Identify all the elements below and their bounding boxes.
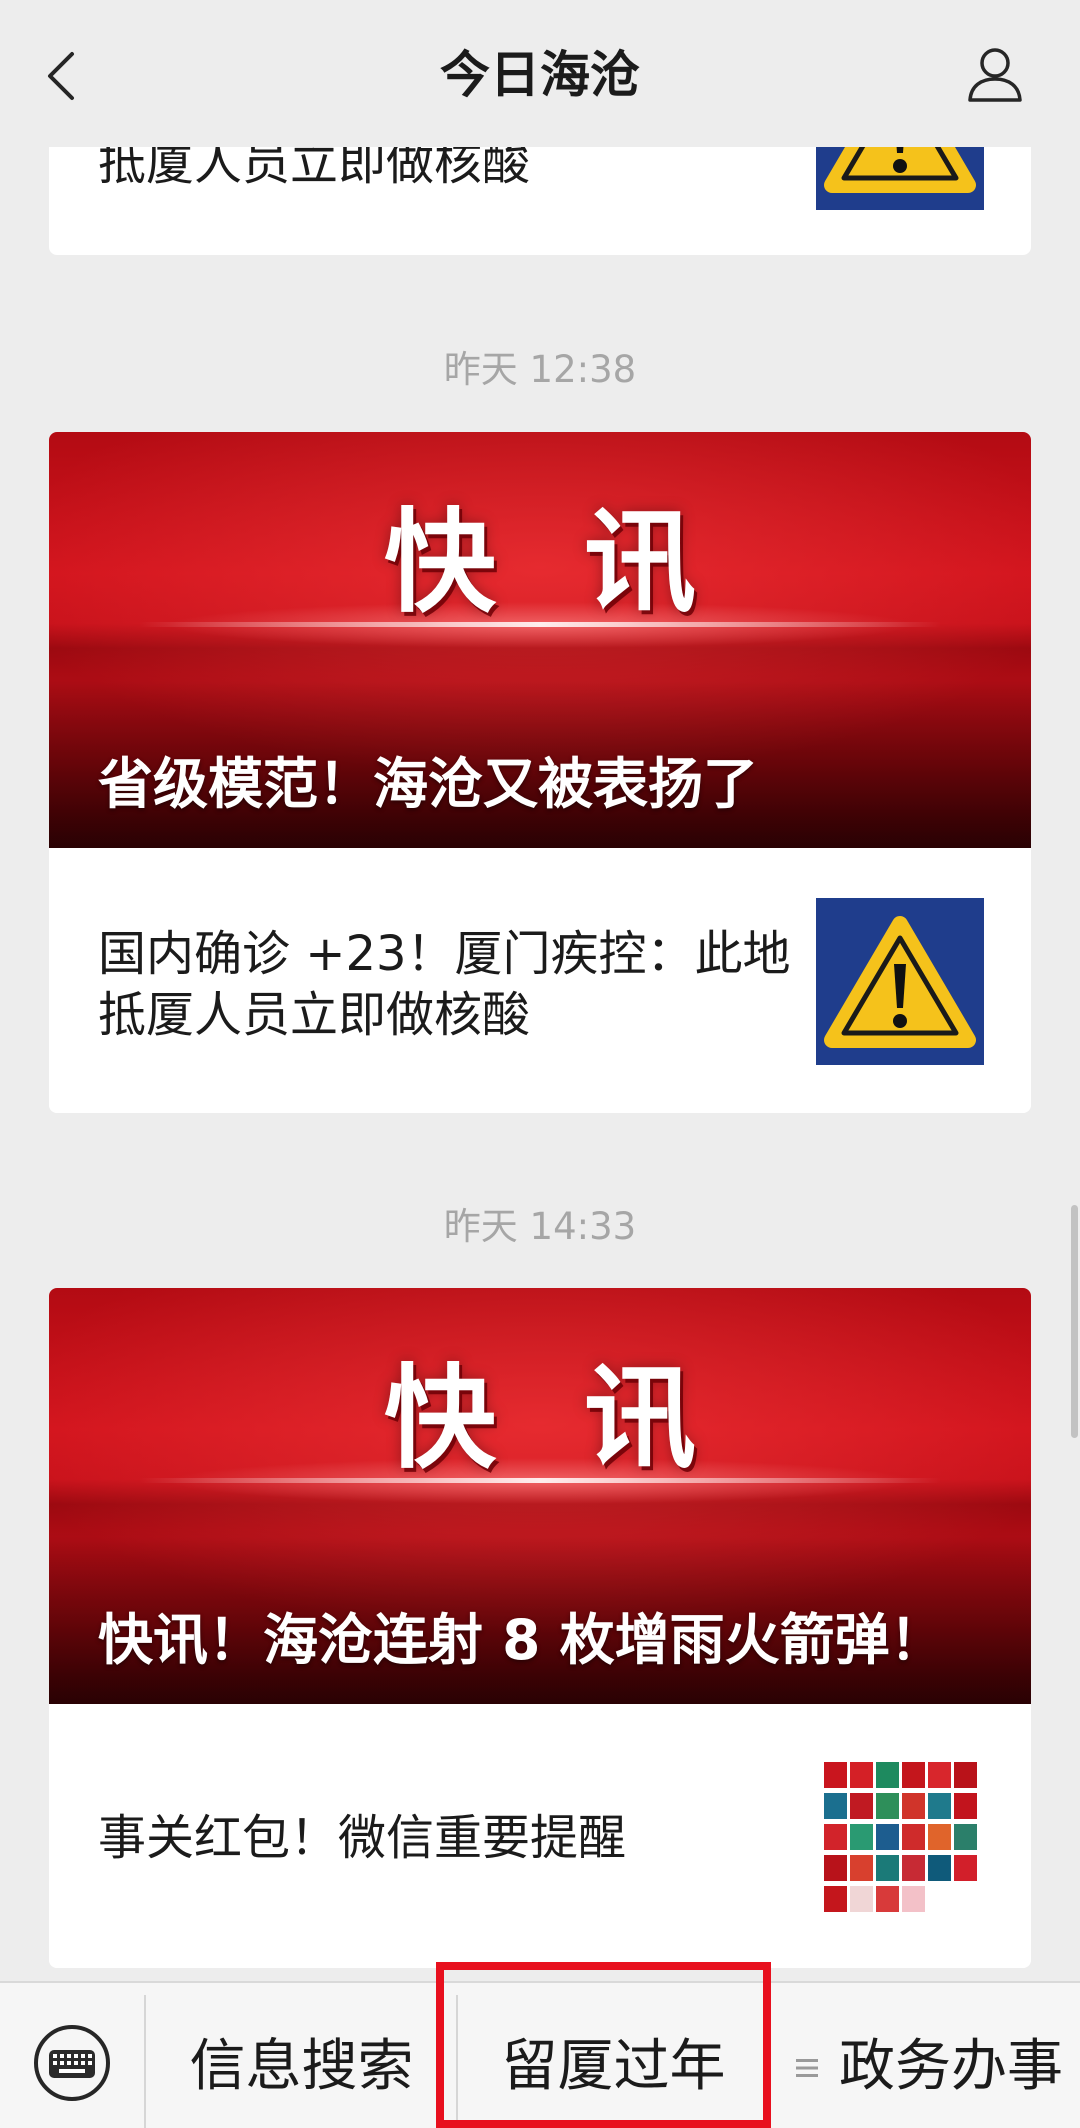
envelope-cell — [824, 1793, 847, 1819]
envelope-cell — [850, 1762, 873, 1788]
profile-button[interactable] — [960, 42, 1030, 108]
keyboard-toggle-button[interactable] — [32, 2023, 112, 2103]
message-card: 快讯 快讯！海沧连射 8 枚增雨火箭弹！ 事关红包！微信重要提醒 — [49, 1288, 1031, 1968]
page-title: 今日海沧 — [440, 46, 640, 104]
highlight-box — [436, 1962, 771, 2128]
banner-badge: 快讯 — [384, 498, 784, 628]
article-title-line-1: 事关红包！微信重要提醒 — [98, 1810, 627, 1866]
headline-title: 省级模范！海沧又被表扬了 — [98, 752, 759, 816]
envelope-cell — [902, 1793, 925, 1819]
message-card: 快讯 省级模范！海沧又被表扬了 国内确诊 +23！厦门疾控：此地 抵厦人员立即做… — [49, 432, 1031, 1113]
envelope-cell — [928, 1762, 951, 1788]
envelope-cell — [928, 1824, 951, 1850]
envelope-cell — [902, 1762, 925, 1788]
chevron-left-icon — [48, 52, 74, 100]
back-button[interactable] — [38, 44, 86, 108]
envelope-cell — [954, 1824, 977, 1850]
menu-item-government-services[interactable]: 政务办事 — [834, 2027, 1070, 2107]
menu-lines-icon — [796, 2059, 818, 2077]
envelope-cell — [824, 1855, 847, 1881]
message-timestamp: 昨天 12:38 — [443, 348, 637, 391]
scrollbar-thumb[interactable] — [1071, 1205, 1078, 1438]
envelope-cell — [850, 1886, 873, 1912]
envelope-cell — [954, 1855, 977, 1881]
envelope-cell — [902, 1886, 925, 1912]
envelope-cell — [954, 1762, 977, 1788]
headline-banner[interactable]: 快讯 快讯！海沧连射 8 枚增雨火箭弹！ — [49, 1288, 1031, 1704]
envelope-cell — [876, 1762, 899, 1788]
envelope-cell — [902, 1824, 925, 1850]
headline-banner[interactable]: 快讯 省级模范！海沧又被表扬了 — [49, 432, 1031, 848]
envelope-cell — [850, 1793, 873, 1819]
red-envelopes-thumbnail — [816, 1754, 984, 1921]
exclamation-dot — [893, 1014, 907, 1028]
envelope-cell — [824, 1886, 847, 1912]
keyboard-icon — [34, 2025, 110, 2101]
envelope-cell — [928, 1793, 951, 1819]
envelope-cell — [876, 1793, 899, 1819]
message-timestamp: 昨天 14:33 — [443, 1205, 637, 1248]
envelope-cell — [902, 1855, 925, 1881]
article-title-line-2: 抵厦人员立即做核酸 — [98, 987, 531, 1043]
article-title-line-1: 国内确诊 +23！厦门疾控：此地 — [98, 926, 791, 982]
top-bar: 今日海沧 — [0, 0, 1080, 147]
article-item[interactable]: 国内确诊 +23！厦门疾控：此地 抵厦人员立即做核酸 — [49, 848, 1031, 1113]
envelope-cell — [850, 1824, 873, 1850]
warning-sign-thumbnail — [816, 898, 984, 1065]
headline-title: 快讯！海沧连射 8 枚增雨火箭弹！ — [98, 1608, 945, 1672]
article-item[interactable]: 事关红包！微信重要提醒 — [49, 1704, 1031, 1968]
banner-badge: 快讯 — [384, 1354, 784, 1484]
envelope-cell — [824, 1762, 847, 1788]
envelope-cell — [928, 1855, 951, 1881]
envelope-cell — [876, 1886, 899, 1912]
envelope-cell — [850, 1855, 873, 1881]
envelope-cell — [876, 1855, 899, 1881]
menu-item-info-search[interactable]: 信息搜索 — [146, 2027, 457, 2107]
envelope-cell — [954, 1793, 977, 1819]
envelope-cell — [824, 1824, 847, 1850]
exclamation-dot — [893, 159, 907, 173]
envelope-cell — [876, 1824, 899, 1850]
person-icon — [968, 48, 1022, 102]
